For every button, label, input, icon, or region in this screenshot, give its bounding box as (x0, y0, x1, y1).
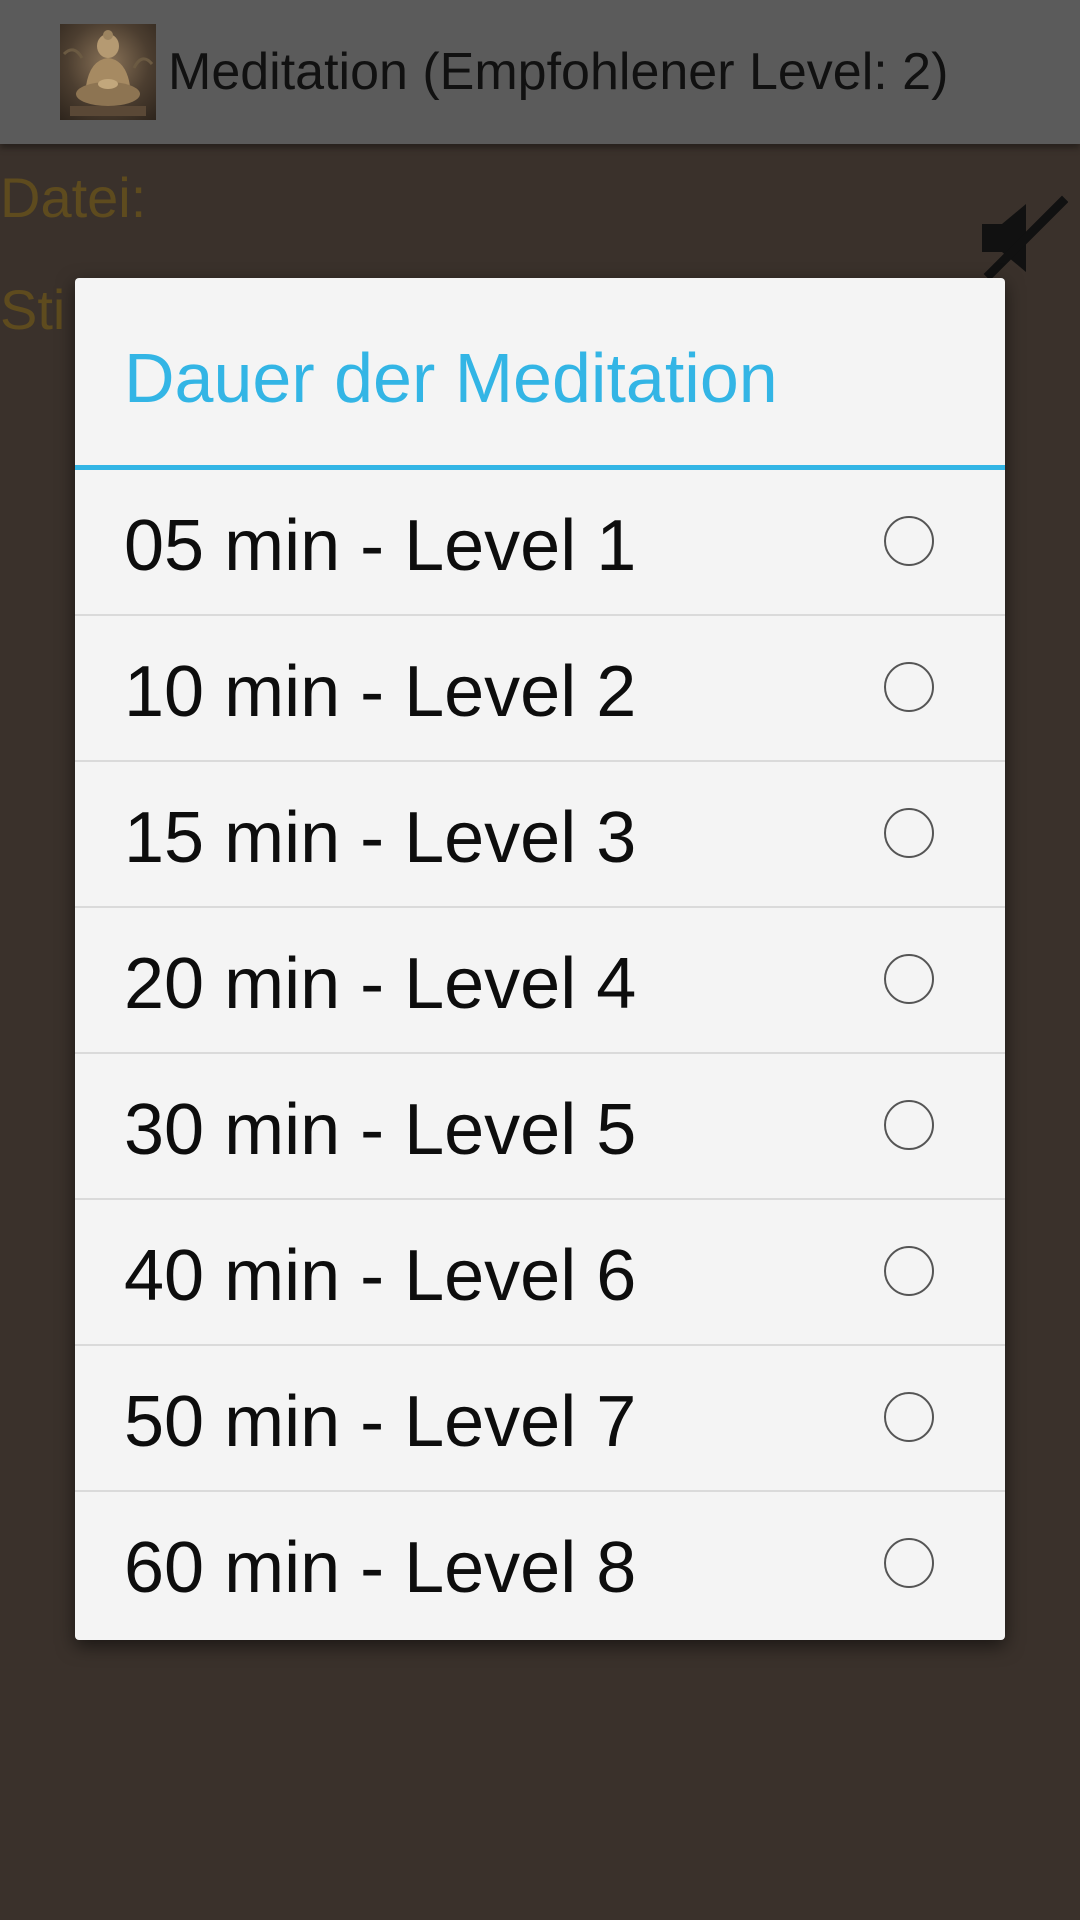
duration-option-level-3[interactable]: 15 min - Level 3 (75, 762, 1005, 908)
radio-button[interactable] (884, 1246, 934, 1296)
dialog-title: Dauer der Meditation (124, 339, 778, 417)
duration-option-level-7[interactable]: 50 min - Level 7 (75, 1346, 1005, 1492)
radio-button[interactable] (884, 954, 934, 1004)
duration-option-list: 05 min - Level 1 10 min - Level 2 15 min… (75, 470, 1005, 1638)
option-label: 05 min - Level 1 (124, 506, 637, 586)
option-label: 10 min - Level 2 (124, 652, 637, 732)
voice-label: Sti (0, 278, 66, 341)
radio-button[interactable] (884, 1100, 934, 1150)
duration-option-level-4[interactable]: 20 min - Level 4 (75, 908, 1005, 1054)
radio-button[interactable] (884, 1538, 934, 1588)
radio-button[interactable] (884, 808, 934, 858)
dialog-header: Dauer der Meditation (75, 278, 1005, 470)
duration-option-level-6[interactable]: 40 min - Level 6 (75, 1200, 1005, 1346)
buddha-statue-icon[interactable] (60, 24, 156, 120)
option-label: 30 min - Level 5 (124, 1090, 637, 1170)
option-label: 20 min - Level 4 (124, 944, 637, 1024)
file-label: Datei: (0, 166, 147, 229)
radio-button[interactable] (884, 516, 934, 566)
app-title: Meditation (Empfohlener Level: 2) (168, 43, 949, 101)
radio-button[interactable] (884, 1392, 934, 1442)
speaker-muted-icon[interactable] (972, 190, 1068, 286)
duration-dialog: Dauer der Meditation 05 min - Level 1 10… (75, 278, 1005, 1640)
action-bar: Meditation (Empfohlener Level: 2) (0, 0, 1080, 144)
duration-option-level-5[interactable]: 30 min - Level 5 (75, 1054, 1005, 1200)
duration-option-level-1[interactable]: 05 min - Level 1 (75, 470, 1005, 616)
radio-button[interactable] (884, 662, 934, 712)
option-label: 40 min - Level 6 (124, 1236, 637, 1316)
option-label: 60 min - Level 8 (124, 1528, 637, 1608)
option-label: 50 min - Level 7 (124, 1382, 637, 1462)
option-label: 15 min - Level 3 (124, 798, 637, 878)
duration-option-level-2[interactable]: 10 min - Level 2 (75, 616, 1005, 762)
duration-option-level-8[interactable]: 60 min - Level 8 (75, 1492, 1005, 1638)
